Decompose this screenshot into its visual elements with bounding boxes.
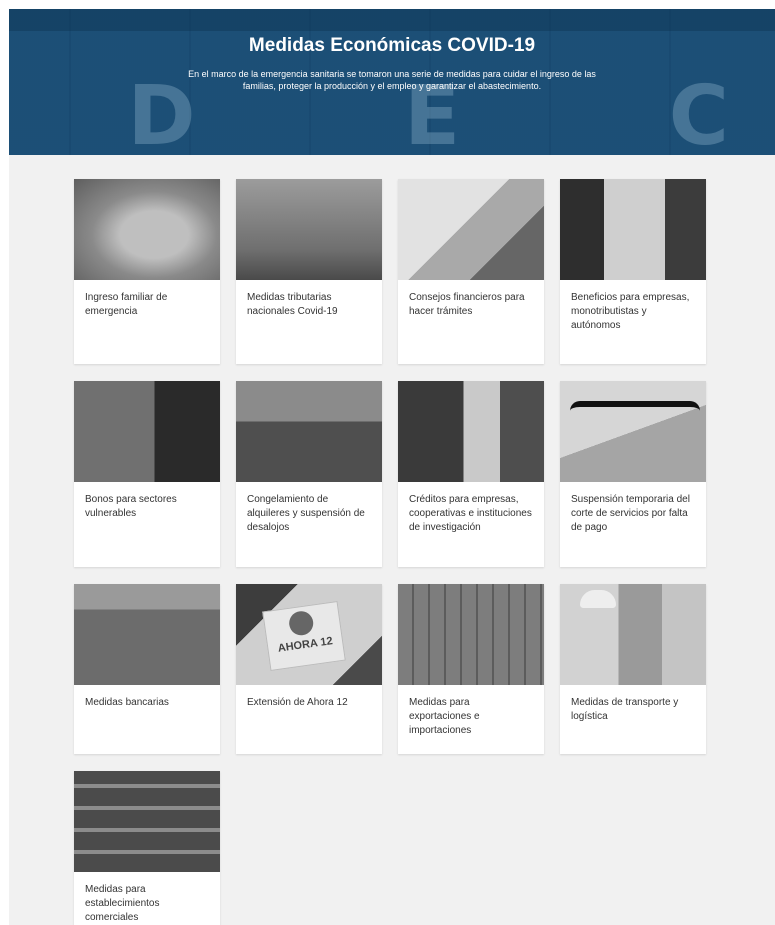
card-ingreso-familiar[interactable]: Ingreso familiar de emergencia	[74, 179, 220, 364]
page-subtitle: En el marco de la emergencia sanitaria s…	[188, 69, 596, 91]
card-label: Créditos para empresas, cooperativas e i…	[409, 494, 532, 533]
card-label: Medidas para exportaciones e importacion…	[409, 697, 480, 736]
card-label: Medidas bancarias	[85, 697, 169, 708]
card-establecimientos-comerciales[interactable]: Medidas para establecimientos comerciale…	[74, 771, 220, 925]
page-title: Medidas Económicas COVID-19	[248, 35, 536, 56]
card-label: Bonos para sectores vulnerables	[85, 494, 177, 519]
card-image	[560, 381, 706, 482]
card-consejos-financieros[interactable]: Consejos financieros para hacer trámites	[398, 179, 544, 364]
card-image	[560, 584, 706, 685]
hero-deco-band	[9, 9, 775, 31]
card-image	[560, 179, 706, 280]
card-image	[236, 381, 382, 482]
card-label: Medidas para establecimientos comerciale…	[85, 884, 160, 923]
card-image	[74, 381, 220, 482]
card-label: Consejos financieros para hacer trámites	[409, 292, 525, 317]
card-medidas-tributarias[interactable]: Medidas tributarias nacionales Covid-19	[236, 179, 382, 364]
glasses-graphic	[570, 401, 700, 437]
card-image	[398, 584, 544, 685]
card-label: Suspensión temporaria del corte de servi…	[571, 494, 690, 533]
ahora-12-logo-text: AHORA 12	[277, 635, 334, 655]
page: D E C Medidas Económicas COVID-19 En el …	[9, 9, 775, 925]
card-medidas-bancarias[interactable]: Medidas bancarias	[74, 584, 220, 754]
card-label: Ingreso familiar de emergencia	[85, 292, 168, 317]
ahora-12-logo: AHORA 12	[262, 601, 346, 671]
card-image	[398, 381, 544, 482]
card-transporte-logistica[interactable]: Medidas de transporte y logística	[560, 584, 706, 754]
card-suspension-corte-servicios[interactable]: Suspensión temporaria del corte de servi…	[560, 381, 706, 567]
card-exportaciones-importaciones[interactable]: Medidas para exportaciones e importacion…	[398, 584, 544, 754]
card-congelamiento-alquileres[interactable]: Congelamiento de alquileres y suspensión…	[236, 381, 382, 567]
card-label: Extensión de Ahora 12	[247, 697, 348, 708]
card-image	[74, 584, 220, 685]
card-image	[74, 771, 220, 872]
card-image	[74, 179, 220, 280]
card-ahora-12[interactable]: AHORA 12 Extensión de Ahora 12	[236, 584, 382, 754]
card-image	[398, 179, 544, 280]
card-bonos-vulnerables[interactable]: Bonos para sectores vulnerables	[74, 381, 220, 567]
card-label: Beneficios para empresas, monotributista…	[571, 292, 690, 331]
card-label: Congelamiento de alquileres y suspensión…	[247, 494, 365, 533]
card-image: AHORA 12	[236, 584, 382, 685]
card-label: Medidas de transporte y logística	[571, 697, 679, 722]
card-creditos-empresas[interactable]: Créditos para empresas, cooperativas e i…	[398, 381, 544, 567]
ahora-12-circle-icon	[287, 609, 315, 637]
hero-banner: D E C Medidas Económicas COVID-19 En el …	[9, 9, 775, 155]
card-image	[236, 179, 382, 280]
card-beneficios-empresas[interactable]: Beneficios para empresas, monotributista…	[560, 179, 706, 364]
card-label: Medidas tributarias nacionales Covid-19	[247, 292, 338, 317]
hard-hat-graphic	[580, 590, 616, 608]
